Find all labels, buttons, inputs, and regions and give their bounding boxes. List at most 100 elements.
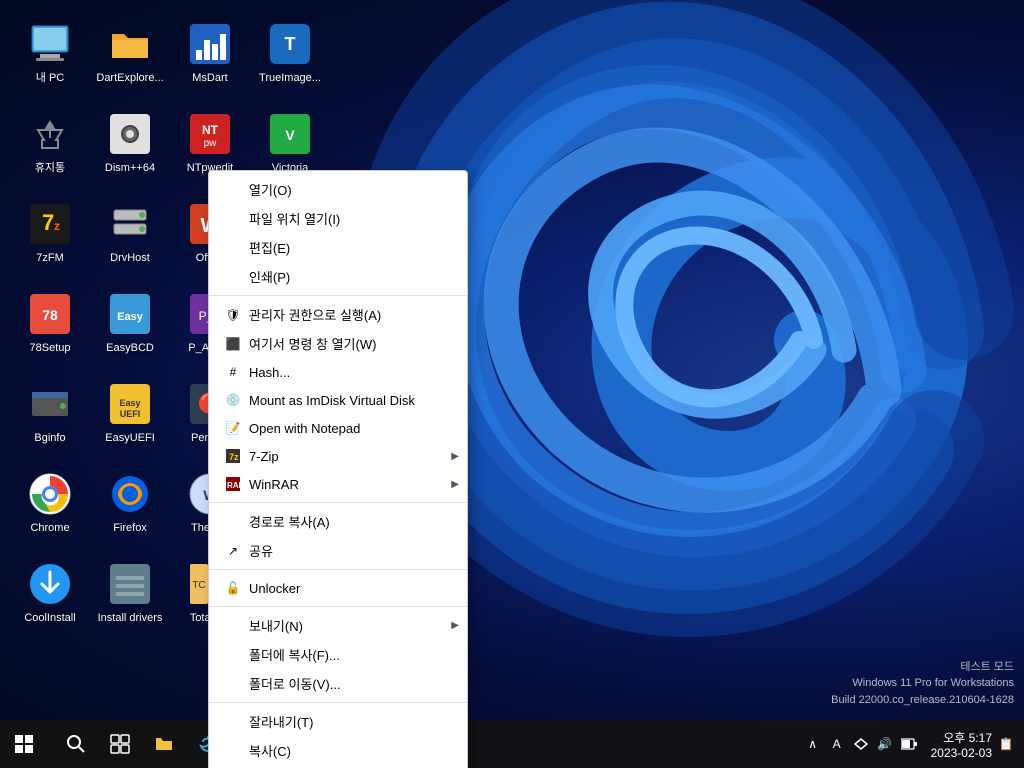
icon-image-easyuefi: EasyUEFI — [106, 380, 154, 428]
desktop-icon-drvhost[interactable]: DrvHost — [90, 190, 170, 275]
menu-item-winrar[interactable]: RAR WinRAR — [209, 470, 467, 498]
menu-label-share: 공유 — [249, 541, 273, 560]
icon-label-msdart: MsDart — [192, 72, 227, 85]
tray-chevron[interactable]: ∧ — [803, 734, 823, 754]
menu-item-sendto[interactable]: 보내기(N) — [209, 611, 467, 640]
system-time[interactable]: 오후 5:17 2023-02-03 — [931, 729, 992, 760]
svg-text:Easy: Easy — [117, 311, 144, 323]
desktop-icon-mypc[interactable]: 내 PC — [10, 10, 90, 95]
menu-item-run-admin[interactable]: 🛡관리자 권한으로 실행(A) — [209, 300, 467, 329]
icon-label-dartexplorer: DartExplore... — [96, 72, 163, 85]
menu-item-edit[interactable]: 편집(E) — [209, 233, 467, 262]
menu-item-unlocker[interactable]: 🔓Unlocker — [209, 574, 467, 602]
icon-label-installdrivers: Install drivers — [98, 612, 163, 625]
watermark: 테스트 모드 Windows 11 Pro for Workstations B… — [831, 659, 1014, 709]
icon-image-drvhost — [106, 200, 154, 248]
menu-item-open-location[interactable]: 파일 위치 열기(I) — [209, 204, 467, 233]
icon-image-firefox — [106, 470, 154, 518]
icon-label-drvhost: DrvHost — [110, 252, 150, 265]
menu-label-notepad: Open with Notepad — [249, 421, 360, 436]
menu-label-print: 인쇄(P) — [249, 267, 290, 286]
svg-text:78: 78 — [42, 307, 58, 323]
menu-item-7zip[interactable]: 7z7-Zip — [209, 442, 467, 470]
menu-item-copy-path[interactable]: 경로로 복사(A) — [209, 507, 467, 536]
tray-keyboard[interactable]: A — [827, 734, 847, 754]
icon-label-recyclebin: 휴지통 — [35, 162, 65, 175]
svg-text:T: T — [285, 34, 296, 54]
menu-icon-copy-path — [225, 514, 241, 530]
menu-icon-move-folder — [225, 676, 241, 692]
menu-item-hash[interactable]: #Hash... — [209, 358, 467, 386]
menu-label-open-location: 파일 위치 열기(I) — [249, 209, 340, 228]
menu-label-open: 열기(O) — [249, 180, 292, 199]
desktop-icon-bginfo[interactable]: Bginfo — [10, 370, 90, 455]
icon-label-easyuefi: EasyUEFI — [105, 432, 155, 445]
menu-separator-sep4 — [209, 606, 467, 607]
desktop-icon-trueimage[interactable]: T TrueImage... — [250, 10, 330, 95]
menu-item-print[interactable]: 인쇄(P) — [209, 262, 467, 291]
svg-text:RAR: RAR — [227, 481, 240, 490]
watermark-line2: Windows 11 Pro for Workstations — [831, 675, 1014, 692]
menu-icon-7zip: 7z — [225, 448, 241, 464]
menu-icon-sendto — [225, 618, 241, 634]
desktop-icon-dartexplorer[interactable]: DartExplore... — [90, 10, 170, 95]
desktop-icon-7zfm[interactable]: 7z 7zFM — [10, 190, 90, 275]
taskbar-btn-explorer[interactable] — [144, 724, 184, 764]
icon-label-coolinstall: CoolInstall — [24, 612, 75, 625]
tray-battery[interactable] — [899, 734, 919, 754]
menu-icon-open-location — [225, 211, 241, 227]
icon-label-mypc: 내 PC — [36, 72, 64, 85]
menu-label-edit: 편집(E) — [249, 238, 290, 257]
desktop-icon-chrome[interactable]: Chrome — [10, 460, 90, 545]
menu-item-move-folder[interactable]: 폴더로 이동(V)... — [209, 669, 467, 698]
menu-icon-print — [225, 269, 241, 285]
menu-item-notepad[interactable]: 📝 Open with Notepad — [209, 414, 467, 442]
svg-text:Easy: Easy — [119, 398, 140, 408]
menu-icon-notepad: 📝 — [225, 420, 241, 436]
menu-separator-sep2 — [209, 502, 467, 503]
menu-separator-sep1 — [209, 295, 467, 296]
desktop-icon-installdrivers[interactable]: Install drivers — [90, 550, 170, 635]
desktop-icon-dismpp[interactable]: Dism++64 — [90, 100, 170, 185]
icon-label-7zfm: 7zFM — [36, 252, 64, 265]
notification-button[interactable]: 📋 — [996, 734, 1016, 754]
menu-item-imdisk[interactable]: 💿Mount as ImDisk Virtual Disk — [209, 386, 467, 414]
icon-image-mypc — [26, 20, 74, 68]
svg-text:NT: NT — [202, 123, 219, 137]
desktop-icon-firefox[interactable]: Firefox — [90, 460, 170, 545]
desktop-icon-msdart[interactable]: MsDart — [170, 10, 250, 95]
menu-label-winrar: WinRAR — [249, 477, 299, 492]
icon-image-easybcd: Easy — [106, 290, 154, 338]
menu-icon-copy-folder — [225, 647, 241, 663]
context-menu: 열기(O) 파일 위치 열기(I) 편집(E) 인쇄(P) 🛡관리자 권한으로 실행(A… — [208, 170, 468, 768]
icon-label-easybcd: EasyBCD — [106, 342, 154, 355]
menu-item-share[interactable]: ↗공유 — [209, 536, 467, 565]
svg-text:z: z — [54, 219, 60, 233]
desktop-icon-easyuefi[interactable]: EasyUEFI EasyUEFI — [90, 370, 170, 455]
menu-label-copy: 복사(C) — [249, 741, 291, 760]
menu-item-open-cmd[interactable]: ⬛여기서 명령 창 열기(W) — [209, 329, 467, 358]
svg-text:pw: pw — [204, 138, 218, 149]
desktop-icon-recyclebin[interactable]: 휴지통 — [10, 100, 90, 185]
menu-icon-open — [225, 182, 241, 198]
menu-label-imdisk: Mount as ImDisk Virtual Disk — [249, 393, 415, 408]
watermark-line1: 테스트 모드 — [831, 659, 1014, 676]
menu-item-open[interactable]: 열기(O) — [209, 175, 467, 204]
start-button[interactable] — [0, 720, 48, 768]
tray-network[interactable] — [851, 734, 871, 754]
menu-item-copy-folder[interactable]: 폴더에 복사(F)... — [209, 640, 467, 669]
svg-text:V: V — [285, 127, 295, 143]
icon-image-msdart — [186, 20, 234, 68]
icon-image-ntpwedit: NTpw — [186, 110, 234, 158]
icon-image-78setup: 78 — [26, 290, 74, 338]
menu-item-copy[interactable]: 복사(C) — [209, 736, 467, 765]
menu-item-cut[interactable]: 잘라내기(T) — [209, 707, 467, 736]
taskbar-btn-taskview[interactable] — [100, 724, 140, 764]
menu-icon-winrar: RAR — [225, 476, 241, 492]
taskbar-btn-search[interactable] — [56, 724, 96, 764]
desktop-icon-78setup[interactable]: 78 78Setup — [10, 280, 90, 365]
menu-label-copy-folder: 폴더에 복사(F)... — [249, 645, 340, 664]
desktop-icon-easybcd[interactable]: Easy EasyBCD — [90, 280, 170, 365]
tray-volume[interactable]: 🔊 — [875, 734, 895, 754]
desktop-icon-coolinstall[interactable]: CoolInstall — [10, 550, 90, 635]
